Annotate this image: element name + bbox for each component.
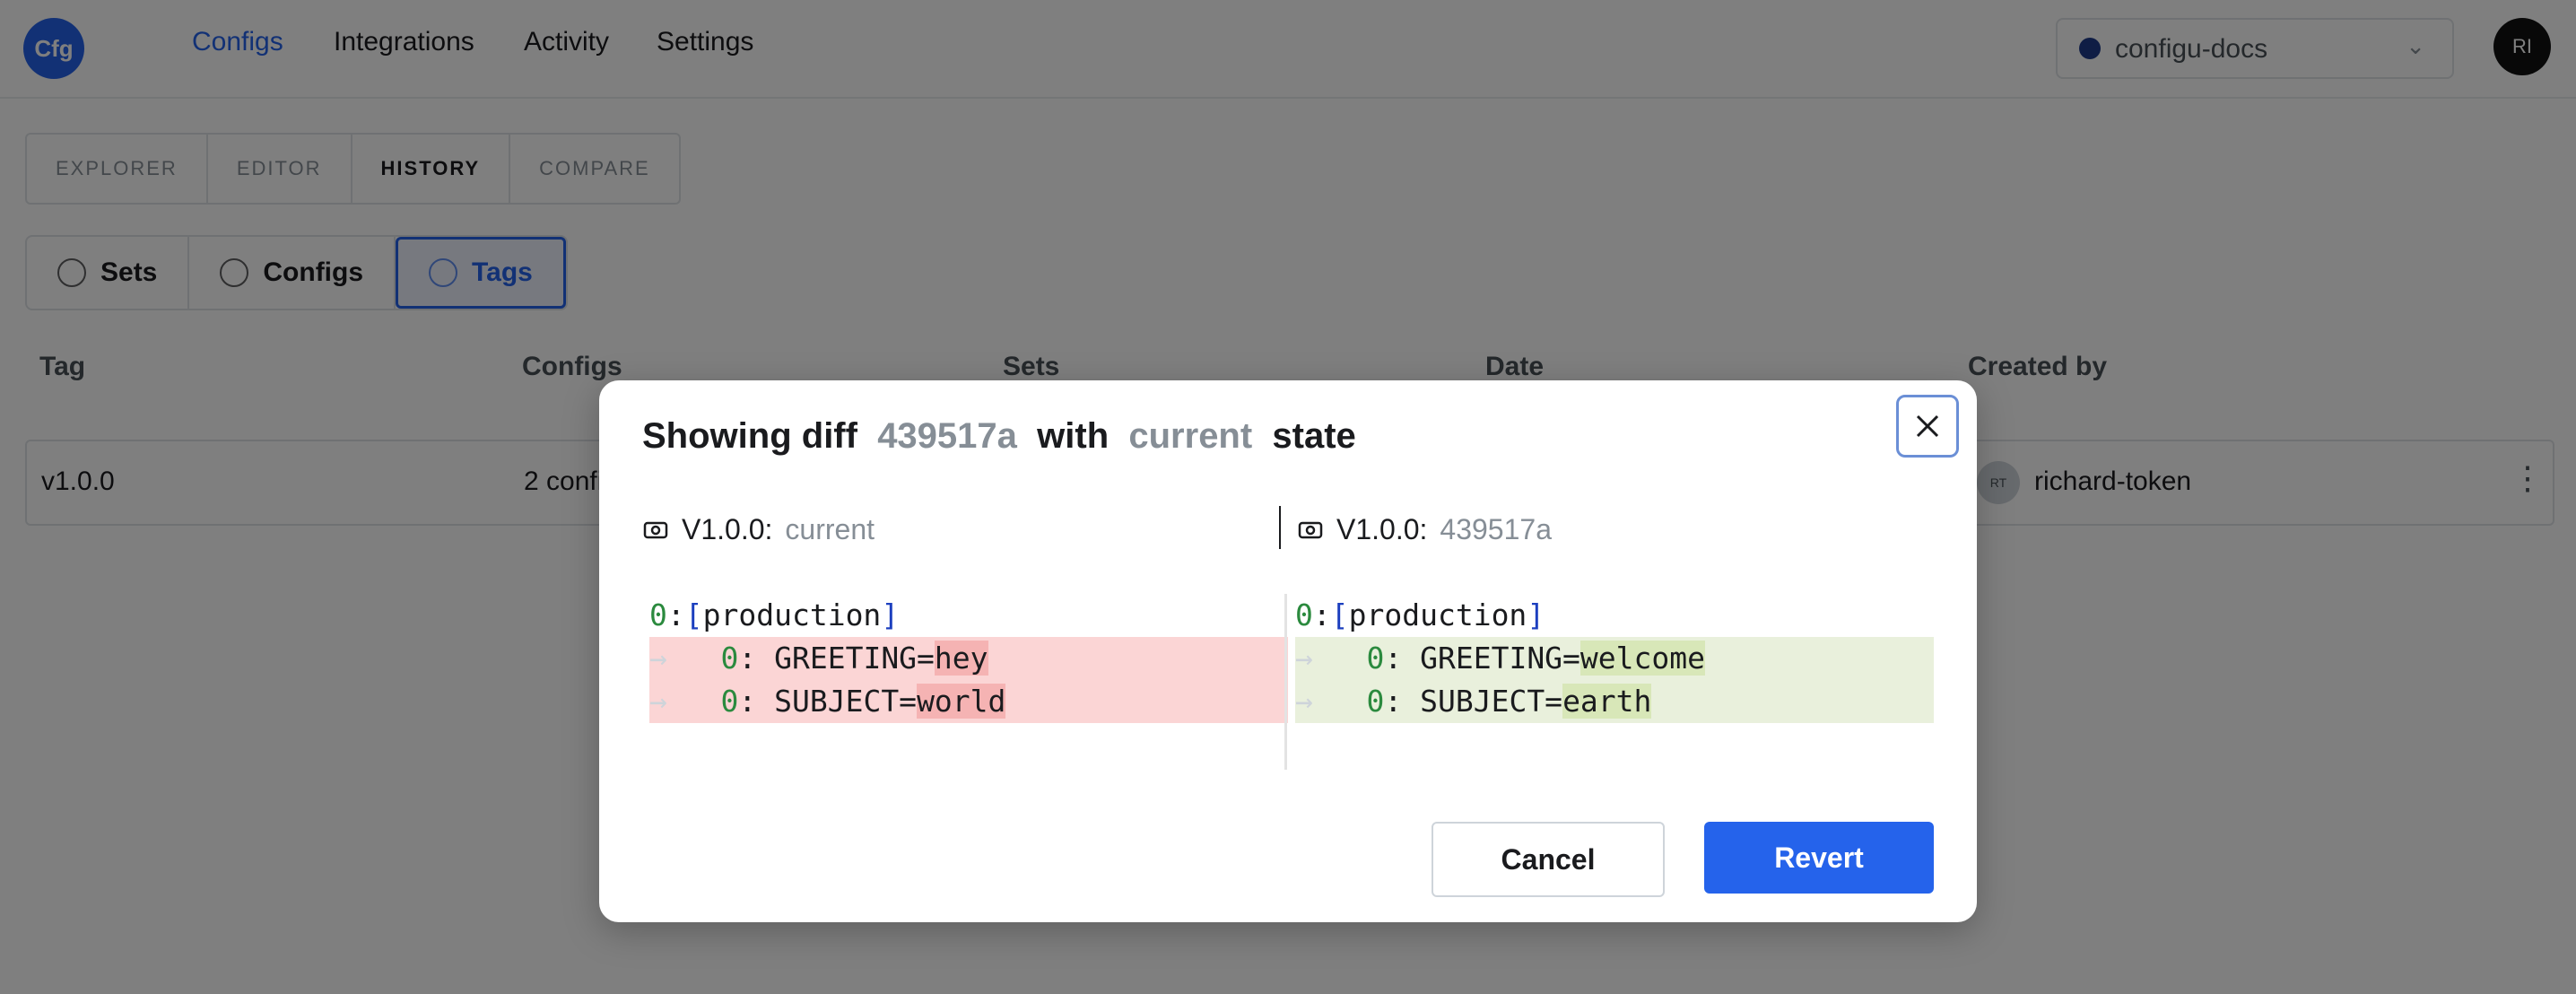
diff-value-removed: world: [917, 684, 1006, 719]
diff-key: SUBJECT=: [1420, 684, 1563, 719]
diff-line-removed: → 0: SUBJECT=world: [649, 680, 1288, 723]
right-pane-header: V1.0.0: 439517a: [1297, 513, 1552, 546]
title-commit: 439517a: [877, 416, 1017, 456]
right-ref: 439517a: [1440, 513, 1552, 545]
title-current: current: [1128, 416, 1253, 456]
set-name: production: [1348, 597, 1527, 632]
pane-divider: [1279, 506, 1281, 549]
diff-value-added: earth: [1562, 684, 1652, 719]
diff-line: 0:[production]: [649, 597, 900, 632]
diff-line-added: → 0: GREETING=welcome: [1295, 637, 1934, 680]
tag-icon: [643, 521, 668, 538]
diff-value-added: welcome: [1580, 641, 1705, 676]
diff-center-divider: [1284, 594, 1287, 770]
right-version: V1.0.0:: [1336, 513, 1428, 545]
left-pane-header: V1.0.0: current: [642, 513, 875, 546]
diff-key: GREETING=: [1420, 641, 1580, 676]
right-diff-pane: 0:[production] → 0: GREETING=welcome → 0…: [1295, 594, 1934, 770]
close-icon: [1916, 414, 1939, 438]
left-ref: current: [785, 513, 875, 545]
diff-key: GREETING=: [774, 641, 935, 676]
set-name: production: [702, 597, 882, 632]
diff-line: 0:[production]: [1295, 597, 1545, 632]
diff-line-added: → 0: SUBJECT=earth: [1295, 680, 1934, 723]
cancel-button[interactable]: Cancel: [1432, 822, 1665, 897]
title-with: with: [1037, 416, 1110, 456]
diff-modal: Showing diff 439517a with current state …: [599, 380, 1977, 922]
tag-icon: [1298, 521, 1323, 538]
left-diff-pane: 0:[production] → 0: GREETING=hey → 0: SU…: [649, 594, 1288, 770]
title-state: state: [1272, 416, 1356, 456]
diff-line-removed: → 0: GREETING=hey: [649, 637, 1288, 680]
revert-button[interactable]: Revert: [1704, 822, 1934, 894]
title-prefix: Showing diff: [642, 416, 857, 456]
diff-value-removed: hey: [934, 641, 988, 676]
modal-title: Showing diff 439517a with current state: [642, 416, 1356, 457]
close-button[interactable]: [1896, 395, 1959, 458]
left-version: V1.0.0:: [682, 513, 773, 545]
diff-key: SUBJECT=: [774, 684, 918, 719]
